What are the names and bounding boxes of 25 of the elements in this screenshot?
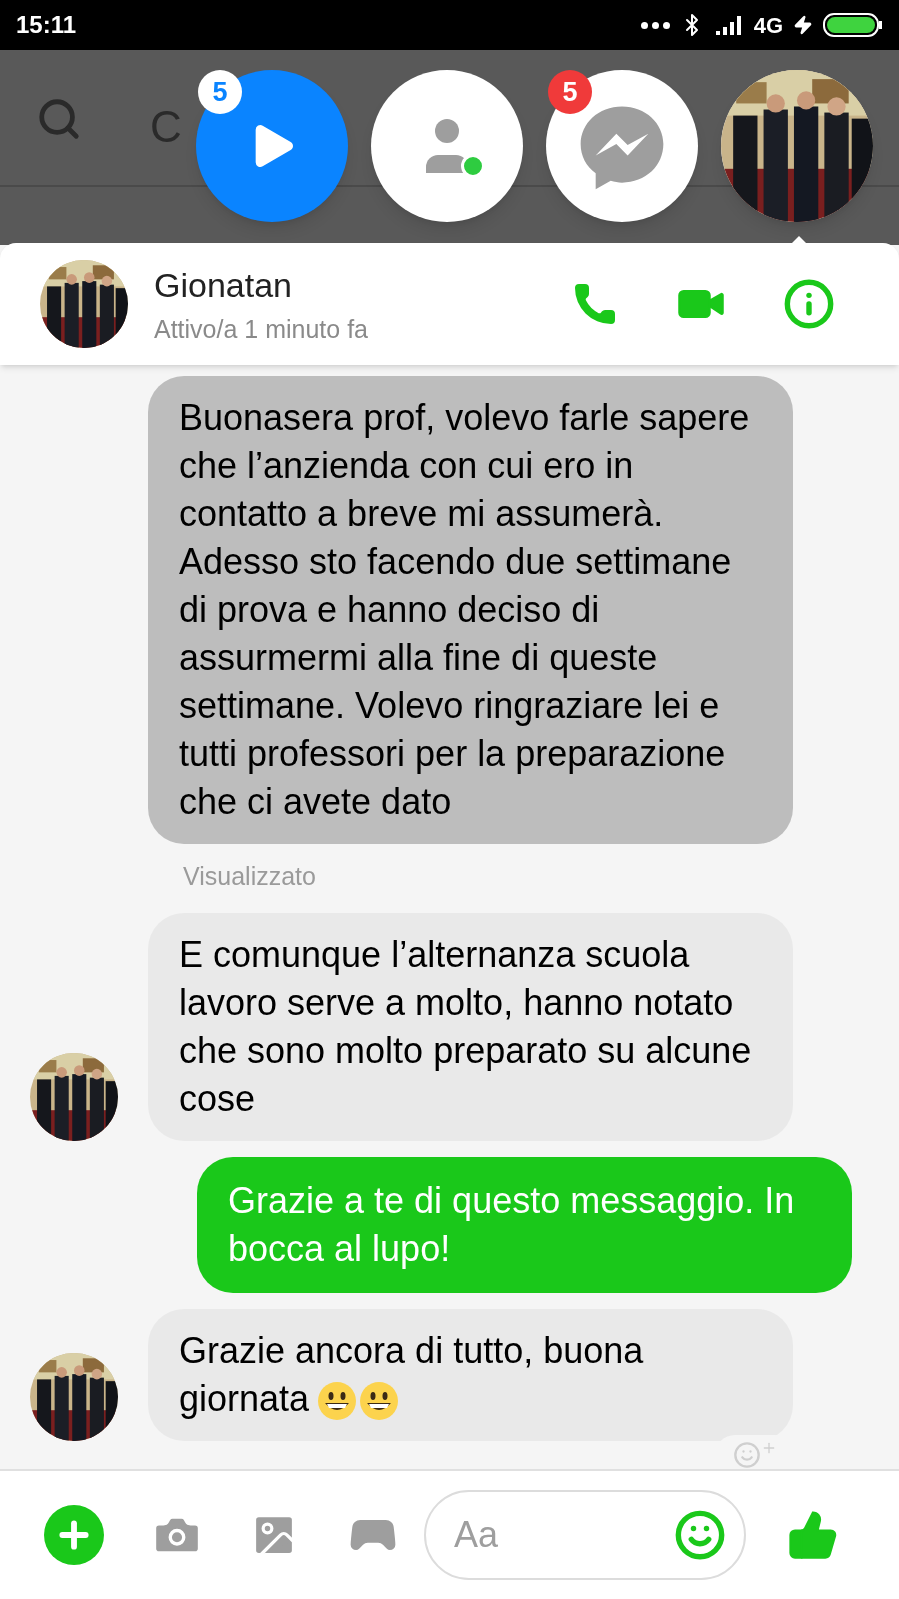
search-icon	[36, 96, 82, 142]
add-button[interactable]	[44, 1505, 104, 1565]
emoji-icon[interactable]	[674, 1509, 726, 1561]
message-field[interactable]: Aa	[454, 1508, 604, 1562]
notification-badge: 5	[548, 70, 592, 114]
info-button[interactable]	[783, 278, 835, 330]
more-icon	[640, 21, 670, 29]
received-message: Buonasera prof, volevo farle sapere che l’anzienda con cui ero in contatto a breve mi assumerà. Adesso sto facendo due settimane di prova e hanno deciso di assurmermi alla fine di queste settimane. Volevo ringraziare lei e tutti professori per la preparazione che ci avete dato	[148, 375, 793, 844]
sent-message: Grazie a te di questo messaggio. In bocca al lupo!	[197, 1157, 852, 1293]
grinning-emoji-icon	[317, 1381, 358, 1422]
received-message: Grazie ancora di tutto, buona giornata	[148, 1309, 793, 1441]
clock: 15:11	[16, 10, 77, 40]
network-type: 4G	[753, 11, 783, 40]
charging-icon	[793, 14, 813, 36]
smiley-icon	[733, 1441, 761, 1469]
contact-name: Gionatan	[154, 264, 293, 306]
battery-icon	[823, 12, 883, 38]
seen-label: Visualizzato	[182, 860, 317, 892]
active-status: Attivo/a 1 minuto fa	[154, 313, 369, 345]
grinning-emoji-icon	[359, 1381, 400, 1422]
message-input[interactable]: Aa	[424, 1490, 746, 1580]
plus-icon	[761, 1440, 777, 1456]
received-message: E comunque l’alternanza scuola lavoro serve a molto, hanno notato che sono molto preparato su alcune cose	[148, 913, 793, 1141]
signal-icon	[713, 13, 744, 37]
notification-badge: 5	[198, 70, 242, 114]
